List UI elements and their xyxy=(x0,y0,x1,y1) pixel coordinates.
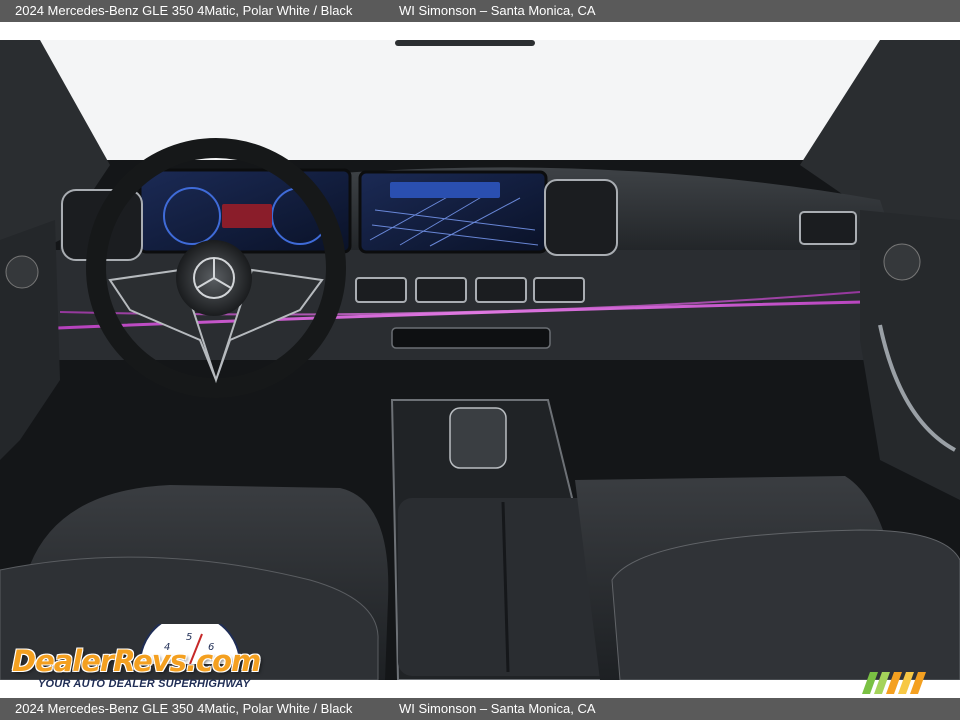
caption-bar-bottom: 2024 Mercedes-Benz GLE 350 4Matic, Polar… xyxy=(0,698,960,720)
cluster-warning xyxy=(222,204,272,228)
vehicle-caption: 2024 Mercedes-Benz GLE 350 4Matic, Polar… xyxy=(15,3,353,18)
side-vent-right xyxy=(544,179,618,256)
nav-banner xyxy=(390,182,500,198)
caption-bar-top: 2024 Mercedes-Benz GLE 350 4Matic, Polar… xyxy=(0,0,960,22)
watermark-brand: DealerRevs.com xyxy=(12,644,261,678)
speaker-right xyxy=(883,243,921,281)
gauge-digit: 5 xyxy=(186,632,192,643)
mirror-mount xyxy=(395,40,535,46)
passenger-vent xyxy=(799,211,857,245)
passenger-seat-back xyxy=(611,529,960,680)
dealer-caption: WI Simonson – Santa Monica, CA xyxy=(399,3,596,18)
shifter-controller xyxy=(449,407,507,469)
speed-stripes-icon xyxy=(862,672,926,694)
climate-controls xyxy=(391,327,551,349)
dealerrevs-watermark: 4 5 6 DealerRevs.com YOUR AUTO DEALER SU… xyxy=(12,624,272,694)
speaker-left xyxy=(5,255,39,289)
dealer-caption-bottom: WI Simonson – Santa Monica, CA xyxy=(399,701,596,716)
vehicle-caption-bottom: 2024 Mercedes-Benz GLE 350 4Matic, Polar… xyxy=(15,701,353,716)
interior-photo xyxy=(0,40,960,680)
watermark-tagline: YOUR AUTO DEALER SUPERHIGHWAY xyxy=(38,678,251,690)
